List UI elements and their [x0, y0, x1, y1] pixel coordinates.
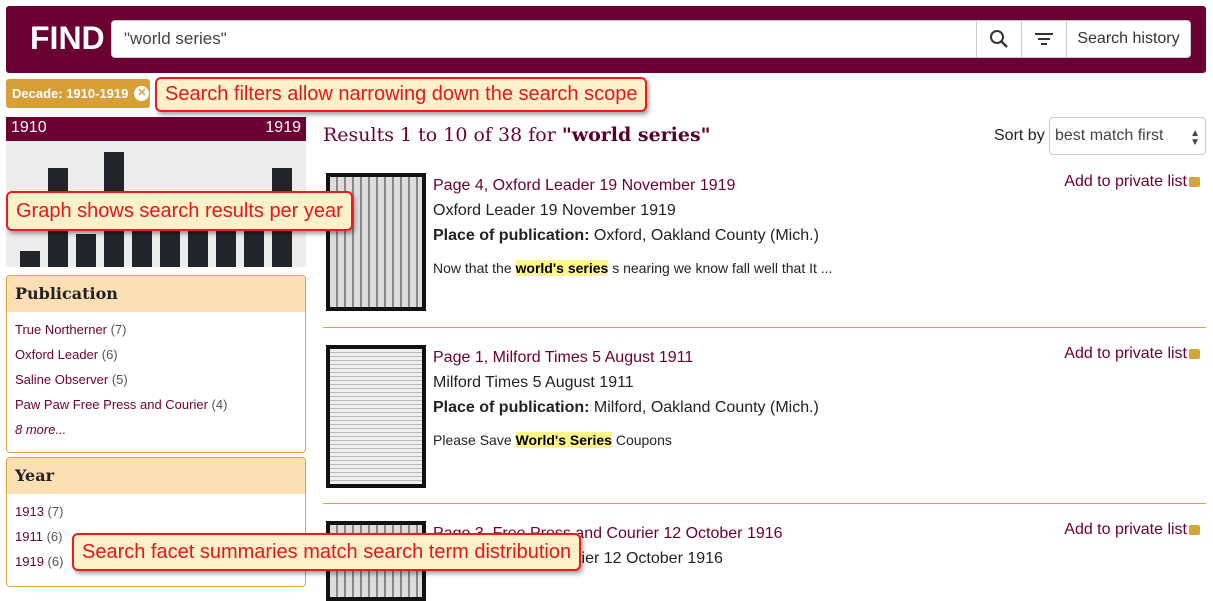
facet-count: (4) — [211, 397, 228, 412]
search-bar: Search history — [111, 20, 1191, 58]
facet-item: Saline Observer (5) — [15, 370, 297, 395]
add-to-private-list-link[interactable]: Add to private list — [1064, 521, 1200, 539]
facet-item: 8 more... — [15, 420, 297, 445]
facet-link[interactable]: True Northerner — [15, 322, 107, 337]
select-arrows-icon: ▲ ▼ — [1190, 128, 1200, 148]
result-issue: Milford Times 5 August 1911 — [433, 374, 634, 391]
facet-link[interactable]: Saline Observer — [15, 372, 108, 387]
place-label: Place of publication: — [433, 399, 590, 416]
search-icon — [990, 30, 1008, 48]
facet-count: (7) — [110, 322, 127, 337]
facet-count: (7) — [47, 504, 64, 519]
add-to-private-list-link[interactable]: Add to private list — [1064, 173, 1200, 191]
sort-value: best match first — [1055, 127, 1164, 144]
remove-filter-icon[interactable]: ✕ — [134, 86, 150, 101]
facet-count: (6) — [46, 529, 63, 544]
logo: FIND — [30, 20, 105, 56]
filter-button[interactable] — [1021, 21, 1066, 57]
sort-label: Sort by — [994, 127, 1045, 144]
callout-facets: Search facet summaries match search term… — [72, 533, 582, 571]
facet-count: (6) — [101, 347, 118, 362]
lock-icon — [1189, 177, 1200, 187]
facet-count: (6) — [47, 554, 64, 569]
facet-item: 1913 (7) — [15, 502, 297, 527]
facet-link[interactable]: 1919 — [15, 554, 44, 569]
result-item: Page 4, Oxford Leader 19 November 1919 O… — [323, 173, 1206, 328]
lock-icon — [1189, 349, 1200, 359]
search-history-button[interactable]: Search history — [1066, 21, 1190, 57]
result-thumbnail[interactable] — [326, 345, 426, 488]
add-to-private-list-link[interactable]: Add to private list — [1064, 345, 1200, 363]
filter-label: Decade: 1910-1919 — [12, 86, 129, 101]
result-snippet: Now that the world's series s nearing we… — [433, 260, 833, 276]
place-label: Place of publication: — [433, 227, 590, 244]
facet-item: Oxford Leader (6) — [15, 345, 297, 370]
lock-icon — [1189, 525, 1200, 535]
result-title-link[interactable]: Page 4, Oxford Leader 19 November 1919 — [433, 177, 735, 194]
result-snippet: Please Save World's Series Coupons — [433, 432, 672, 448]
decade-filter-chip[interactable]: Decade: 1910-1919 ✕ — [6, 79, 150, 108]
summary-query: "world series" — [561, 124, 711, 146]
facet-link[interactable]: 1913 — [15, 504, 44, 519]
graph-end-label: 1919 — [265, 119, 301, 136]
search-hit: world's series — [515, 260, 609, 276]
graph-bar-1910[interactable] — [20, 250, 40, 267]
facet-link[interactable]: Paw Paw Free Press and Courier — [15, 397, 208, 412]
search-button[interactable] — [976, 21, 1021, 57]
search-hit: World's Series — [515, 432, 612, 448]
facet-title: Publication — [7, 276, 305, 312]
facet-item: True Northerner (7) — [15, 320, 297, 345]
more-link[interactable]: 8 more... — [15, 422, 66, 437]
graph-start-label: 1910 — [11, 119, 47, 136]
callout-graph: Graph shows search results per year — [6, 191, 353, 231]
facet-link[interactable]: Oxford Leader — [15, 347, 98, 362]
graph-bar-1912[interactable] — [76, 234, 96, 267]
place-value: Oxford, Oakland County (Mich.) — [593, 227, 819, 244]
facet-item: Paw Paw Free Press and Courier (4) — [15, 395, 297, 420]
callout-filters: Search filters allow narrowing down the … — [155, 77, 648, 112]
sort-select[interactable]: best match first ▲ ▼ — [1049, 117, 1206, 155]
facet-count: (5) — [111, 372, 128, 387]
publication-facet: Publication True Northerner (7) Oxford L… — [6, 275, 306, 453]
header-bar: FIND Search history — [6, 6, 1206, 73]
summary-text: Results 1 to 10 of 38 for — [323, 124, 562, 146]
result-issue: Oxford Leader 19 November 1919 — [433, 202, 676, 219]
facet-title: Year — [7, 458, 305, 494]
facet-link[interactable]: 1911 — [15, 529, 43, 544]
search-input[interactable] — [112, 21, 976, 57]
result-item: Page 1, Milford Times 5 August 1911 Milf… — [323, 345, 1206, 504]
result-title-link[interactable]: Page 1, Milford Times 5 August 1911 — [433, 349, 693, 366]
filter-icon — [1035, 33, 1053, 45]
graph-header: 1910 1919 — [6, 117, 306, 141]
results-summary: Results 1 to 10 of 38 for "world series" — [323, 124, 711, 146]
place-value: Milford, Oakland County (Mich.) — [593, 399, 819, 416]
